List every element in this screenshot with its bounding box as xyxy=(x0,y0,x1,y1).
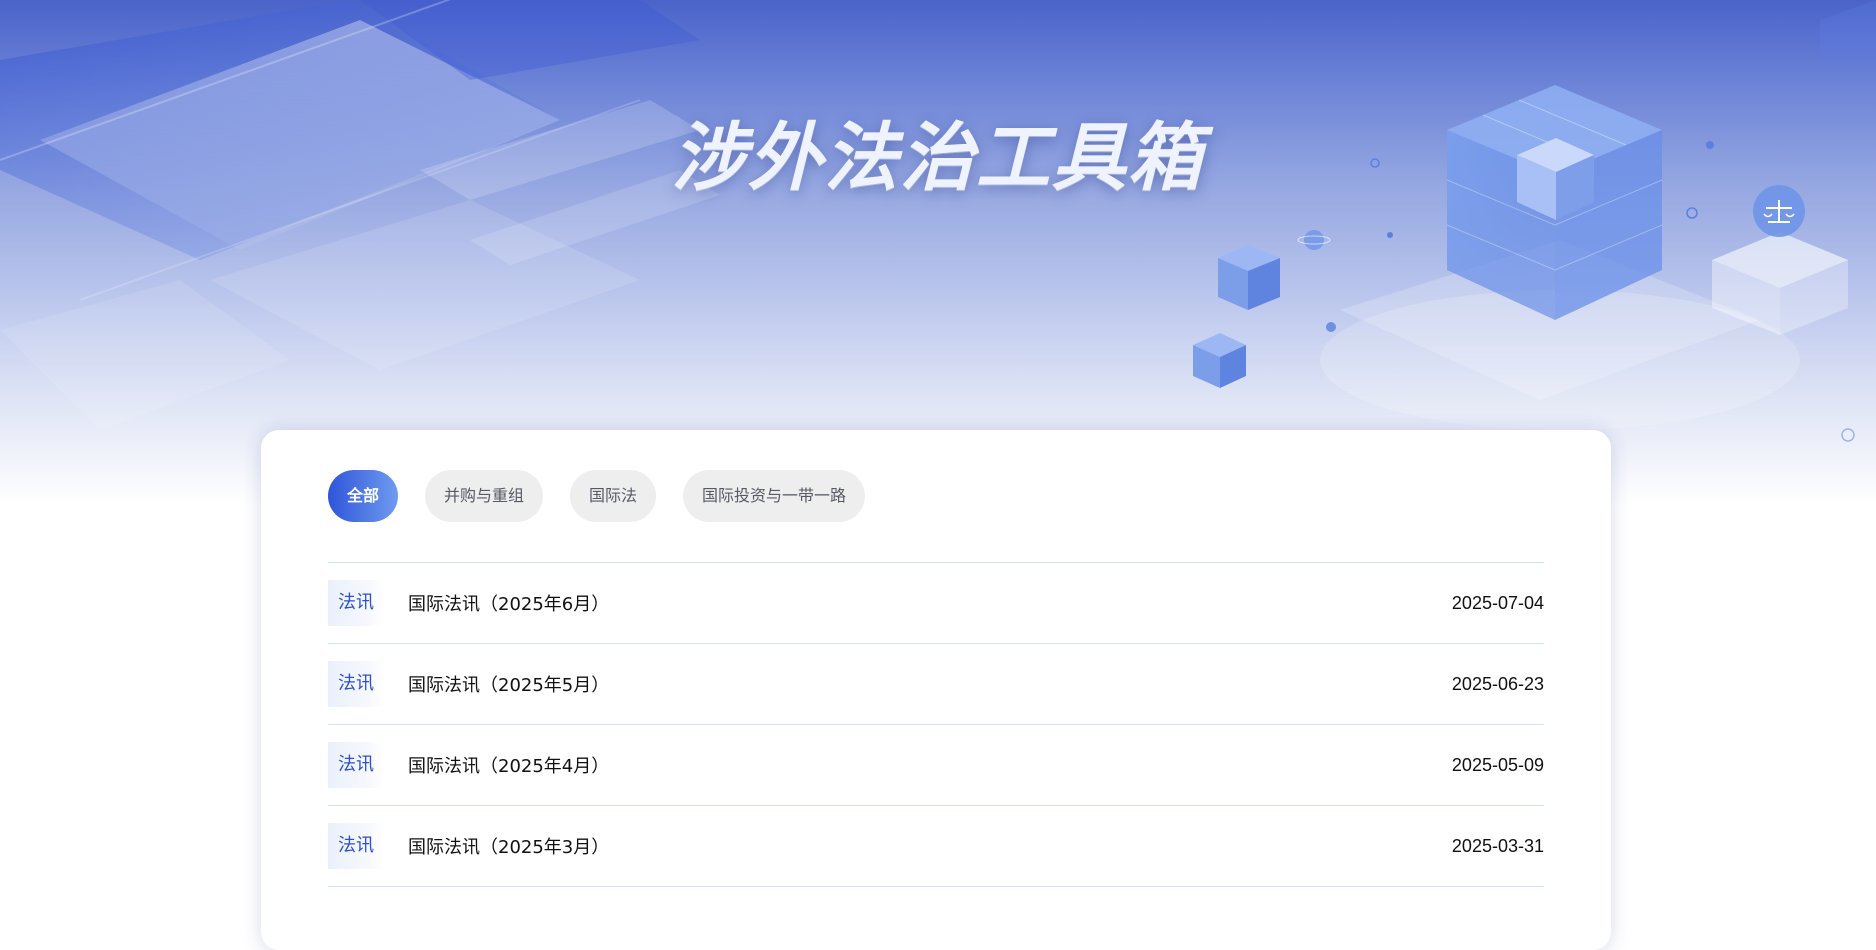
filter-chip-investment-belt-road[interactable]: 国际投资与一带一路 xyxy=(683,470,866,522)
article-date: 2025-05-09 xyxy=(1451,754,1544,775)
article-date: 2025-06-23 xyxy=(1451,673,1544,694)
list-item[interactable]: 法讯 国际法讯（2025年4月） 2025-05-09 xyxy=(328,725,1544,806)
content-card: 全部 并购与重组 国际法 国际投资与一带一路 法讯 国际法讯（2025年6月） … xyxy=(261,430,1611,950)
category-filter-bar: 全部 并购与重组 国际法 国际投资与一带一路 xyxy=(328,470,866,522)
article-list: 法讯 国际法讯（2025年6月） 2025-07-04 法讯 国际法讯（2025… xyxy=(328,562,1544,887)
article-title[interactable]: 国际法讯（2025年6月） xyxy=(408,590,609,616)
article-date: 2025-03-31 xyxy=(1451,835,1544,856)
article-date: 2025-07-04 xyxy=(1451,592,1544,613)
list-item[interactable]: 法讯 国际法讯（2025年6月） 2025-07-04 xyxy=(328,563,1544,644)
article-title[interactable]: 国际法讯（2025年3月） xyxy=(408,833,609,859)
category-tag: 法讯 xyxy=(328,823,384,869)
page-title: 涉外法治工具箱 xyxy=(672,115,1204,201)
list-item[interactable]: 法讯 国际法讯（2025年3月） 2025-03-31 xyxy=(328,806,1544,887)
category-tag: 法讯 xyxy=(328,742,384,788)
article-title[interactable]: 国际法讯（2025年5月） xyxy=(408,671,609,697)
category-tag: 法讯 xyxy=(328,580,384,626)
category-tag: 法讯 xyxy=(328,661,384,707)
filter-chip-mergers[interactable]: 并购与重组 xyxy=(425,470,544,522)
list-item[interactable]: 法讯 国际法讯（2025年5月） 2025-06-23 xyxy=(328,644,1544,725)
filter-chip-international-law[interactable]: 国际法 xyxy=(570,470,657,522)
filter-chip-all[interactable]: 全部 xyxy=(328,470,399,522)
article-title[interactable]: 国际法讯（2025年4月） xyxy=(408,752,609,778)
